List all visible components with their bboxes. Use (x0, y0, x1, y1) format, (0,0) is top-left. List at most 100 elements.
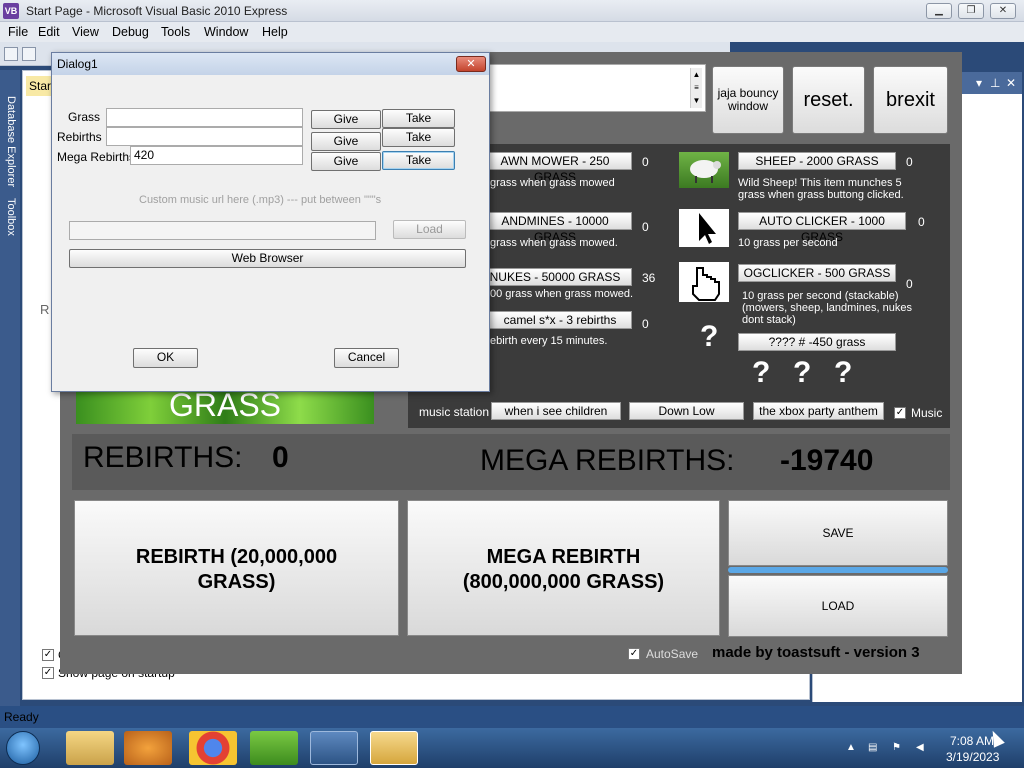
song-xbox-party-anthem[interactable]: the xbox party anthem (753, 402, 884, 420)
mystery-button[interactable]: ???? # -450 grass (738, 333, 896, 351)
rebirths-give-button[interactable]: Give (311, 132, 381, 151)
autosave-label: AutoSave (646, 647, 699, 661)
pane-close-icon[interactable]: ✕ (1006, 76, 1016, 90)
close-icon[interactable]: ✕ (990, 3, 1016, 19)
toolbox-tab[interactable]: Toolbox (3, 198, 17, 236)
autosave-checkbox[interactable]: ✓ (628, 648, 640, 660)
dialog-title: Dialog1 (57, 57, 98, 71)
song-down-low[interactable]: Down Low (629, 402, 744, 420)
grass-give-button[interactable]: Give (311, 110, 381, 129)
mystery-mark-3: ? (834, 356, 853, 389)
credit-text: made by toastsuft - version 3 (712, 644, 920, 661)
arrow-cursor-icon (699, 213, 716, 244)
show-hidden-icons-icon[interactable]: ▲ (846, 742, 858, 754)
rebirths-take-button[interactable]: Take (382, 128, 455, 147)
ogclicker-button[interactable]: OGCLICKER - 500 GRASS (738, 264, 896, 282)
bouncy-window-button[interactable]: jaja bouncy window (712, 66, 784, 134)
music-load-button[interactable]: Load (393, 220, 466, 239)
menu-tools[interactable]: Tools (161, 25, 190, 39)
window-taskbar-icon[interactable] (310, 731, 358, 765)
clock-time[interactable]: 7:08 AM (950, 734, 994, 748)
restore-icon[interactable]: ❐ (958, 3, 984, 19)
sheep-count: 0 (906, 155, 913, 169)
csharp-taskbar-icon[interactable] (250, 731, 298, 765)
mega-give-button[interactable]: Give (311, 152, 381, 171)
flag-icon[interactable]: ⚑ (892, 742, 904, 754)
menu-view[interactable]: View (72, 25, 99, 39)
landmines-count: 0 (642, 220, 649, 234)
auto-clicker-count: 0 (918, 215, 925, 229)
grass-label: Grass (68, 110, 101, 124)
music-url-hint: Custom music url here (.mp3) --- put bet… (139, 194, 382, 206)
load-button[interactable]: LOAD (728, 575, 948, 637)
dropdown-icon[interactable]: ▾ (976, 76, 982, 90)
nukes-desc: 00 grass when grass mowed. (490, 288, 634, 300)
cursor-image (679, 209, 729, 247)
status-bar (0, 706, 1024, 728)
sheep-button[interactable]: SHEEP - 2000 GRASS (738, 152, 896, 170)
menu-bar (0, 22, 1024, 42)
behind-text: R (40, 302, 50, 317)
menu-edit[interactable]: Edit (38, 25, 60, 39)
explorer-taskbar-icon[interactable] (66, 731, 114, 765)
mega-rebirths-value: -19740 (780, 444, 874, 477)
hand-cursor-icon (692, 267, 720, 301)
sheep-icon (690, 160, 721, 183)
landmines-button[interactable]: ANDMINES - 10000 GRASS (478, 212, 632, 244)
close-page-checkbox[interactable]: ✓ (42, 649, 54, 661)
rebirth-button[interactable]: REBIRTH (20,000,000 GRASS) (74, 500, 399, 636)
menu-debug[interactable]: Debug (112, 25, 149, 39)
reset-button[interactable]: reset. (792, 66, 865, 134)
cancel-button[interactable]: Cancel (334, 348, 399, 368)
dialog-close-icon[interactable]: ✕ (456, 56, 486, 72)
music-url-input[interactable] (69, 221, 376, 240)
volume-icon[interactable]: ◀ (916, 742, 928, 754)
menu-window[interactable]: Window (204, 25, 248, 39)
mega-take-button[interactable]: Take (382, 151, 455, 170)
nukes-count: 36 (642, 271, 656, 285)
network-icon[interactable]: ▤ (868, 742, 880, 754)
grass-input[interactable] (106, 108, 303, 127)
menu-help[interactable]: Help (262, 25, 288, 39)
mystery-mark-1: ? (752, 356, 771, 389)
new-project-icon[interactable] (4, 47, 18, 61)
lawn-mower-count: 0 (642, 155, 649, 169)
media-player-taskbar-icon[interactable] (124, 731, 172, 765)
music-station-label: music station (419, 405, 490, 419)
brexit-button[interactable]: brexit (873, 66, 948, 134)
vb-taskbar-icon[interactable] (370, 731, 418, 765)
grass-take-button[interactable]: Take (382, 109, 455, 128)
web-browser-button[interactable]: Web Browser (69, 249, 466, 268)
mystery-icon: ? (700, 320, 719, 353)
open-icon[interactable] (22, 47, 36, 61)
sheep-image (679, 152, 729, 188)
music-checkbox[interactable]: ✓ (894, 407, 906, 419)
menu-file[interactable]: File (8, 25, 28, 39)
camel-button[interactable]: camel s*x - 3 rebirths (488, 311, 632, 329)
pin-icon[interactable]: ⊥ (990, 76, 1000, 90)
database-explorer-tab[interactable]: Database Explorer (3, 96, 17, 187)
scrollbar[interactable]: ▲ ≡ ▼ (690, 68, 702, 108)
mega-rebirth-button[interactable]: MEGA REBIRTH (800,000,000 GRASS) (407, 500, 720, 636)
show-startup-checkbox[interactable]: ✓ (42, 667, 54, 679)
landmines-desc: grass when grass mowed. (490, 237, 618, 249)
chrome-taskbar-icon[interactable] (189, 731, 237, 765)
music-label: Music (911, 406, 943, 420)
rebirths-value: 0 (272, 441, 289, 474)
auto-clicker-button[interactable]: AUTO CLICKER - 1000 GRASS (738, 212, 906, 244)
save-button[interactable]: SAVE (728, 500, 948, 566)
start-orb-icon[interactable] (6, 731, 40, 765)
rebirths-input[interactable] (106, 127, 303, 146)
minimize-icon[interactable]: ▁ (926, 3, 952, 19)
hand-image (679, 262, 729, 302)
mega-rebirths-label: MEGA REBIRTHS: (480, 444, 735, 477)
lawn-mower-desc: grass when grass mowed (490, 177, 615, 189)
song-when-i-see-children[interactable]: when i see children (491, 402, 621, 420)
clock-date[interactable]: 3/19/2023 (946, 750, 999, 764)
lawn-mower-button[interactable]: AWN MOWER - 250 GRASS (478, 152, 632, 184)
ok-button[interactable]: OK (133, 348, 198, 368)
mega-rebirths-input[interactable]: 420 (130, 146, 303, 165)
nukes-button[interactable]: NUKES - 50000 GRASS (478, 268, 632, 286)
sheep-desc: Wild Sheep! This item munches 5 grass wh… (738, 177, 904, 201)
auto-clicker-desc: 10 grass per second (738, 237, 838, 249)
